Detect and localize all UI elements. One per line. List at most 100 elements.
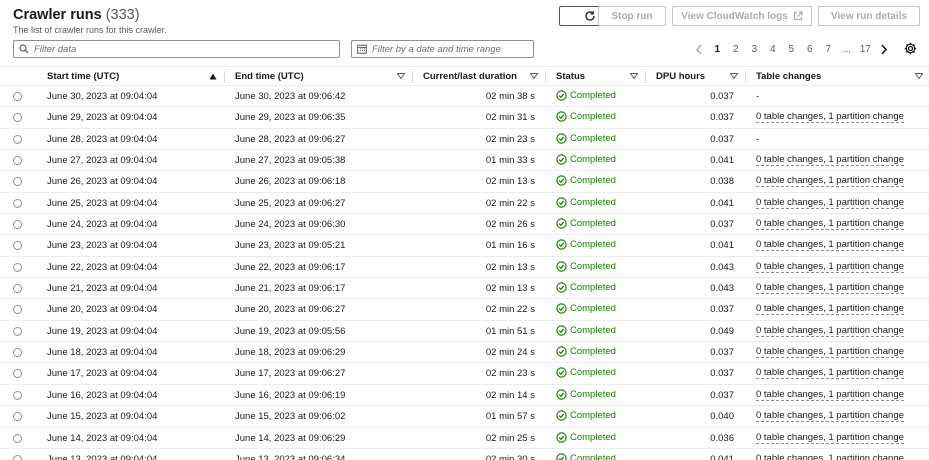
cell-table-changes[interactable]: 0 table changes, 1 partition change (756, 347, 904, 359)
cell-dpu-hours: 0.037 (710, 133, 734, 145)
table-row[interactable]: June 18, 2023 at 09:04:04 June 18, 2023 a… (0, 342, 929, 364)
cell-status: Completed (556, 239, 616, 250)
table-row[interactable]: June 15, 2023 at 09:04:04 June 15, 2023 a… (0, 406, 929, 428)
cell-end-time: June 15, 2023 at 09:06:02 (235, 411, 346, 423)
row-select-radio[interactable] (13, 412, 22, 422)
page-5[interactable]: 5 (782, 44, 801, 55)
table-row[interactable]: June 14, 2023 at 09:04:04 June 14, 2023 a… (0, 428, 929, 449)
cell-duration: 02 min 13 s (485, 283, 535, 295)
table-row[interactable]: June 21, 2023 at 09:04:04 June 21, 2023 a… (0, 278, 929, 300)
cell-dpu-hours: 0.037 (710, 304, 734, 316)
filter-data-input[interactable] (34, 43, 314, 55)
page-6[interactable]: 6 (801, 44, 820, 55)
date-range-filter[interactable] (351, 40, 534, 58)
table-header: Start time (UTC) End time (UTC) Current/… (0, 66, 929, 86)
page-3[interactable]: 3 (745, 44, 764, 55)
column-dpu-hours[interactable]: DPU hours (656, 67, 744, 86)
table-row[interactable]: June 27, 2023 at 09:04:04 June 27, 2023 a… (0, 150, 929, 172)
table-row[interactable]: June 16, 2023 at 09:04:04 June 16, 2023 a… (0, 385, 929, 407)
cell-status-label: Completed (570, 196, 616, 208)
table-row[interactable]: June 17, 2023 at 09:04:04 June 17, 2023 a… (0, 363, 929, 385)
cell-start-time: June 28, 2023 at 09:04:04 (47, 133, 158, 145)
cell-status: Completed (556, 154, 616, 165)
cell-table-changes[interactable]: 0 table changes, 1 partition change (756, 176, 904, 188)
cell-status-label: Completed (570, 260, 616, 272)
table-row[interactable]: June 28, 2023 at 09:04:04 June 28, 2023 a… (0, 129, 929, 151)
column-duration[interactable]: Current/last duration (423, 67, 544, 86)
filter-data-field[interactable] (13, 40, 340, 58)
refresh-icon (585, 11, 595, 21)
view-cloudwatch-logs-button[interactable]: View CloudWatch logs (672, 6, 812, 26)
row-select-radio[interactable] (13, 348, 22, 358)
cell-end-time: June 24, 2023 at 09:06:30 (235, 219, 346, 231)
row-select-radio[interactable] (13, 390, 22, 400)
table-row[interactable]: June 29, 2023 at 09:04:04 June 29, 2023 a… (0, 107, 929, 129)
row-select-radio[interactable] (13, 305, 22, 315)
row-select-radio[interactable] (13, 326, 22, 336)
cell-table-changes[interactable]: 0 table changes, 1 partition change (756, 155, 904, 167)
cell-table-changes[interactable]: 0 table changes, 1 partition change (756, 197, 904, 209)
row-select-radio[interactable] (13, 198, 22, 208)
table-row[interactable]: June 23, 2023 at 09:04:04 June 23, 2023 a… (0, 235, 929, 257)
table-row[interactable]: June 22, 2023 at 09:04:04 June 22, 2023 a… (0, 257, 929, 279)
success-check-icon (556, 132, 567, 144)
row-select-radio[interactable] (13, 92, 22, 101)
cell-start-time: June 19, 2023 at 09:04:04 (47, 325, 158, 337)
cell-duration: 01 min 33 s (485, 155, 535, 167)
table-row[interactable]: June 26, 2023 at 09:04:04 June 26, 2023 a… (0, 171, 929, 193)
row-select-radio[interactable] (13, 134, 22, 144)
column-table-changes[interactable]: Table changes (756, 67, 929, 86)
table-row[interactable]: June 30, 2023 at 09:04:04 June 30, 2023 a… (0, 86, 929, 108)
table-row[interactable]: June 13, 2023 at 09:04:04 June 13, 2023 a… (0, 449, 929, 460)
success-check-icon (556, 218, 567, 229)
row-select-radio[interactable] (13, 284, 22, 294)
stop-run-button[interactable]: Stop run (598, 6, 666, 26)
cell-table-changes[interactable]: 0 table changes, 1 partition change (756, 112, 904, 124)
column-start-time[interactable]: Start time (UTC) (47, 67, 223, 86)
column-status[interactable]: Status (556, 67, 644, 86)
view-run-details-button[interactable]: View run details (818, 6, 920, 26)
cell-table-changes[interactable]: 0 table changes, 1 partition change (756, 411, 904, 423)
cell-duration: 02 min 30 s (485, 453, 535, 460)
cell-table-changes[interactable]: 0 table changes, 1 partition change (756, 325, 904, 337)
cell-table-changes: - (756, 91, 760, 102)
previous-page-button[interactable] (690, 43, 708, 55)
cell-table-changes[interactable]: 0 table changes, 1 partition change (756, 261, 904, 273)
cell-end-time: June 27, 2023 at 09:05:38 (235, 155, 346, 167)
page-7[interactable]: 7 (819, 44, 838, 55)
cell-start-time: June 25, 2023 at 09:04:04 (47, 197, 158, 209)
sort-icon (530, 73, 538, 79)
row-select-radio[interactable] (13, 433, 22, 443)
cell-dpu-hours: 0.037 (710, 112, 734, 124)
row-select-radio[interactable] (13, 113, 22, 123)
row-select-radio[interactable] (13, 156, 22, 166)
cell-table-changes[interactable]: 0 table changes, 1 partition change (756, 240, 904, 252)
cell-table-changes[interactable]: 0 table changes, 1 partition change (756, 453, 904, 460)
row-select-radio[interactable] (13, 369, 22, 379)
cell-status-label: Completed (570, 90, 616, 101)
table-row[interactable]: June 25, 2023 at 09:04:04 June 25, 2023 a… (0, 193, 929, 215)
row-select-radio[interactable] (13, 177, 22, 187)
cell-table-changes[interactable]: 0 table changes, 1 partition change (756, 283, 904, 295)
table-row[interactable]: June 20, 2023 at 09:04:04 June 20, 2023 a… (0, 299, 929, 321)
page-17[interactable]: 17 (856, 44, 875, 55)
gear-icon[interactable] (904, 42, 917, 55)
cell-table-changes[interactable]: 0 table changes, 1 partition change (756, 304, 904, 316)
cell-table-changes[interactable]: 0 table changes, 1 partition change (756, 368, 904, 380)
row-select-radio[interactable] (13, 262, 22, 272)
page-2[interactable]: 2 (727, 44, 746, 55)
table-row[interactable]: June 19, 2023 at 09:04:04 June 19, 2023 a… (0, 321, 929, 343)
next-page-button[interactable] (875, 43, 893, 55)
row-select-radio[interactable] (13, 220, 22, 230)
column-end-time[interactable]: End time (UTC) (235, 67, 411, 86)
date-range-input[interactable] (372, 43, 527, 55)
cell-table-changes[interactable]: 0 table changes, 1 partition change (756, 219, 904, 231)
page-1[interactable]: 1 (708, 44, 727, 55)
table-row[interactable]: June 24, 2023 at 09:04:04 June 24, 2023 a… (0, 214, 929, 236)
cell-end-time: June 26, 2023 at 09:06:18 (235, 176, 346, 188)
cell-table-changes[interactable]: 0 table changes, 1 partition change (756, 389, 904, 401)
row-select-radio[interactable] (13, 241, 22, 251)
row-select-radio[interactable] (13, 454, 22, 460)
page-4[interactable]: 4 (764, 44, 783, 55)
cell-table-changes[interactable]: 0 table changes, 1 partition change (756, 432, 904, 444)
